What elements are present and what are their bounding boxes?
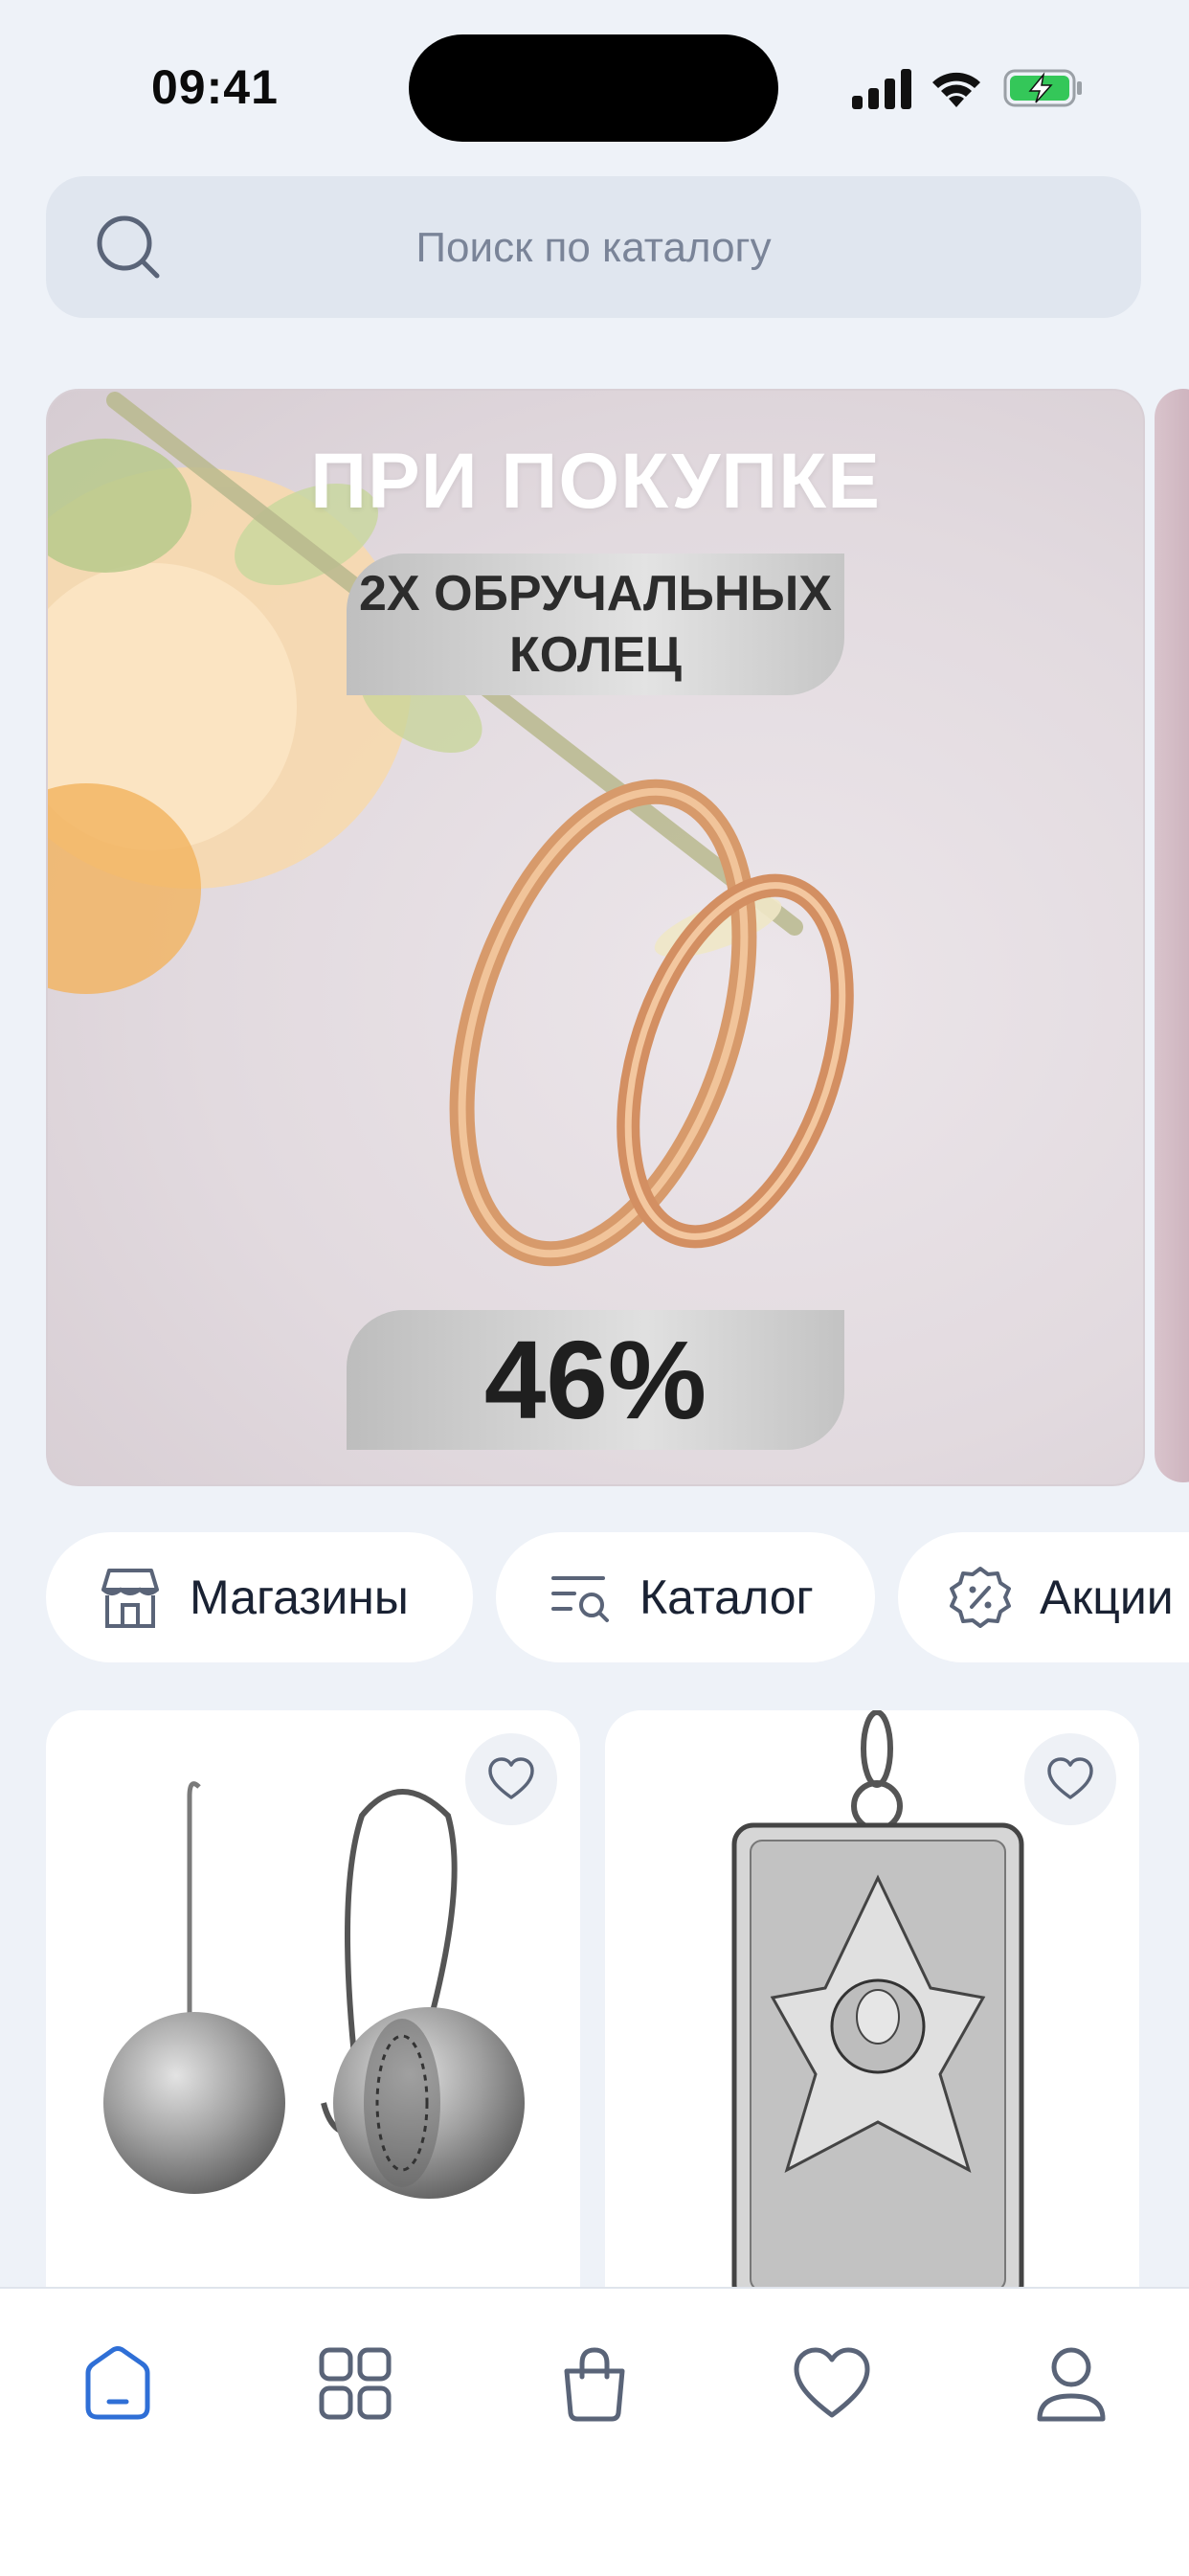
bottom-navigation: [0, 2287, 1189, 2576]
chip-promotions-label: Акции: [1040, 1570, 1174, 1624]
status-time: 09:41: [151, 60, 279, 114]
product-card[interactable]: [605, 1710, 1139, 2304]
search-bar[interactable]: Поиск по каталогу: [46, 176, 1141, 318]
heart-outline-icon: [1047, 1757, 1093, 1799]
favorite-button[interactable]: [1024, 1733, 1116, 1825]
nav-home[interactable]: [75, 2340, 161, 2427]
nav-catalog[interactable]: [312, 2340, 398, 2427]
banner-subtitle-line2: КОЛЕЦ: [508, 627, 683, 683]
chip-catalog[interactable]: Каталог: [496, 1532, 875, 1662]
product-card[interactable]: [46, 1710, 580, 2304]
chip-promotions[interactable]: Акции: [898, 1532, 1189, 1662]
nav-profile[interactable]: [1028, 2340, 1114, 2427]
discount-badge-icon: [950, 1567, 1011, 1628]
nav-cart[interactable]: [551, 2340, 638, 2427]
catalog-search-icon: [551, 1576, 609, 1622]
shopping-bag-icon: [564, 2347, 625, 2422]
store-icon: [101, 1569, 159, 1628]
battery-charging-icon: [1003, 69, 1082, 107]
cellular-signal-icon: [852, 69, 911, 109]
heart-outline-icon: [488, 1757, 534, 1799]
favorite-button[interactable]: [465, 1733, 557, 1825]
chip-stores-label: Магазины: [190, 1570, 409, 1624]
chip-catalog-label: Каталог: [639, 1570, 814, 1624]
grid-icon: [319, 2347, 392, 2420]
status-bar: 09:41: [0, 0, 1189, 172]
banner-discount: 46%: [347, 1310, 844, 1450]
chip-stores[interactable]: Магазины: [46, 1532, 473, 1662]
promo-banner[interactable]: ПРИ ПОКУПКЕ 2Х ОБРУЧАЛЬНЫХ КОЛЕЦ 46%: [46, 389, 1145, 1486]
user-icon: [1037, 2347, 1106, 2422]
home-icon: [85, 2346, 150, 2420]
dynamic-island: [409, 34, 778, 142]
wifi-icon: [932, 72, 980, 107]
banner-title: ПРИ ПОКУПКЕ: [310, 438, 881, 525]
search-input[interactable]: Поиск по каталогу: [46, 224, 1141, 272]
next-banner-peek[interactable]: [1155, 389, 1189, 1482]
heart-icon: [794, 2347, 870, 2418]
nav-favorites[interactable]: [789, 2340, 875, 2427]
banner-subtitle-line1: 2Х ОБРУЧАЛЬНЫХ: [359, 566, 832, 621]
banner-subtitle-pill: 2Х ОБРУЧАЛЬНЫХ КОЛЕЦ: [347, 554, 844, 695]
